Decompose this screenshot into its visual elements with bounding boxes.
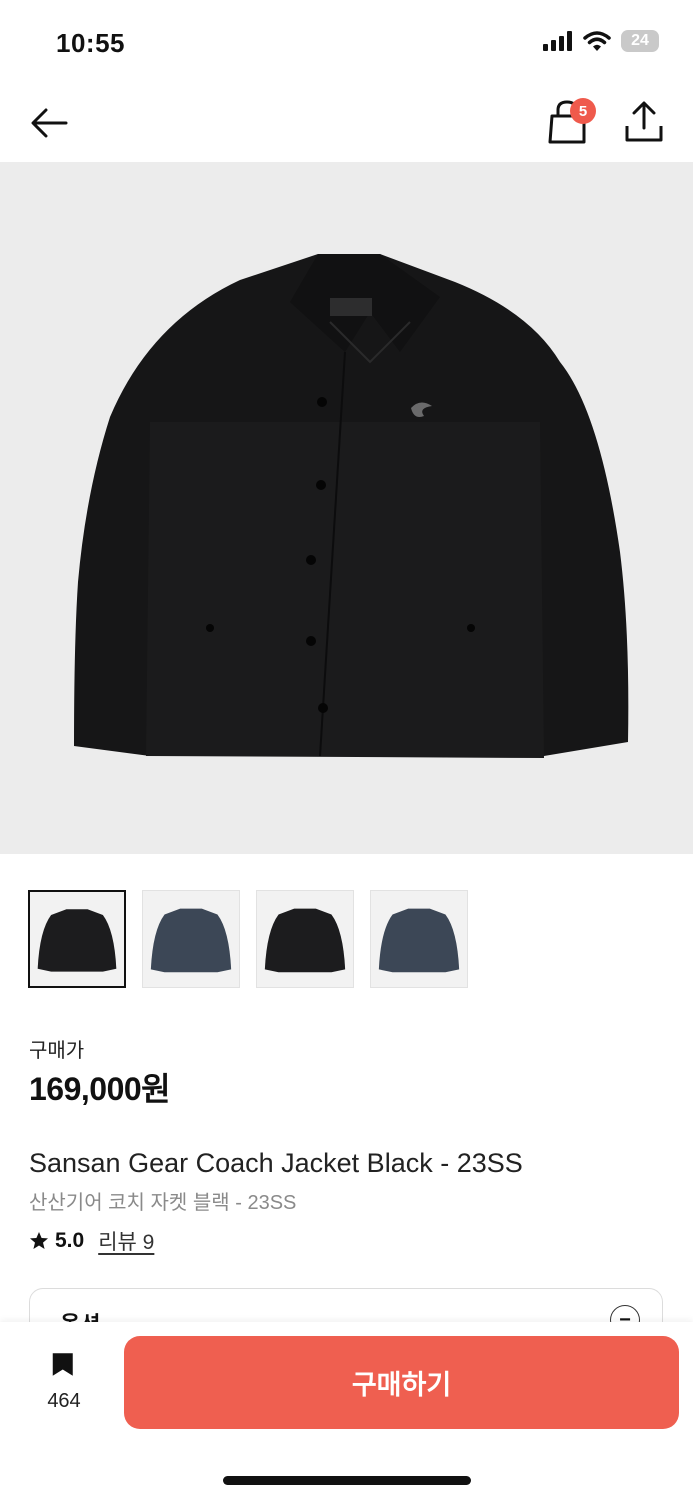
buy-button[interactable]: 구매하기 bbox=[124, 1336, 679, 1429]
jacket-thumbnail bbox=[37, 909, 117, 972]
star-icon bbox=[30, 1232, 48, 1249]
jacket-image bbox=[74, 254, 629, 758]
bookmark-icon[interactable] bbox=[46, 1352, 82, 1392]
review-link[interactable]: 리뷰 9 bbox=[98, 1226, 154, 1256]
back-arrow-icon[interactable] bbox=[26, 100, 72, 146]
battery-indicator: 24 bbox=[621, 30, 659, 52]
bookmark-count: 464 bbox=[47, 1390, 81, 1412]
jacket-thumbnail bbox=[264, 908, 346, 973]
product-image[interactable] bbox=[0, 162, 693, 854]
thumbnail-2[interactable] bbox=[142, 890, 240, 988]
status-icons: 24 bbox=[543, 30, 659, 52]
product-name-ko: 산산기어 코치 자켓 블랙 - 23SS bbox=[29, 1192, 297, 1214]
rating-row: 5.0 리뷰 9 bbox=[29, 1226, 154, 1256]
price: 169,000원 bbox=[29, 1071, 171, 1107]
signal-icon bbox=[543, 31, 572, 51]
home-indicator bbox=[223, 1476, 471, 1485]
jacket-thumbnail bbox=[150, 908, 232, 973]
product-name-en: Sansan Gear Coach Jacket Black - 23SS bbox=[29, 1148, 523, 1178]
status-time: 10:55 bbox=[56, 28, 125, 58]
thumbnail-1[interactable] bbox=[28, 890, 126, 988]
price-label: 구매가 bbox=[29, 1040, 85, 1062]
thumbnail-3[interactable] bbox=[256, 890, 354, 988]
thumbnail-4[interactable] bbox=[370, 890, 468, 988]
rating-value: 5.0 bbox=[55, 1229, 85, 1252]
cart-count-badge: 5 bbox=[570, 98, 596, 124]
share-icon[interactable] bbox=[622, 100, 666, 144]
jacket-thumbnail bbox=[378, 908, 460, 973]
wifi-icon bbox=[583, 31, 611, 51]
